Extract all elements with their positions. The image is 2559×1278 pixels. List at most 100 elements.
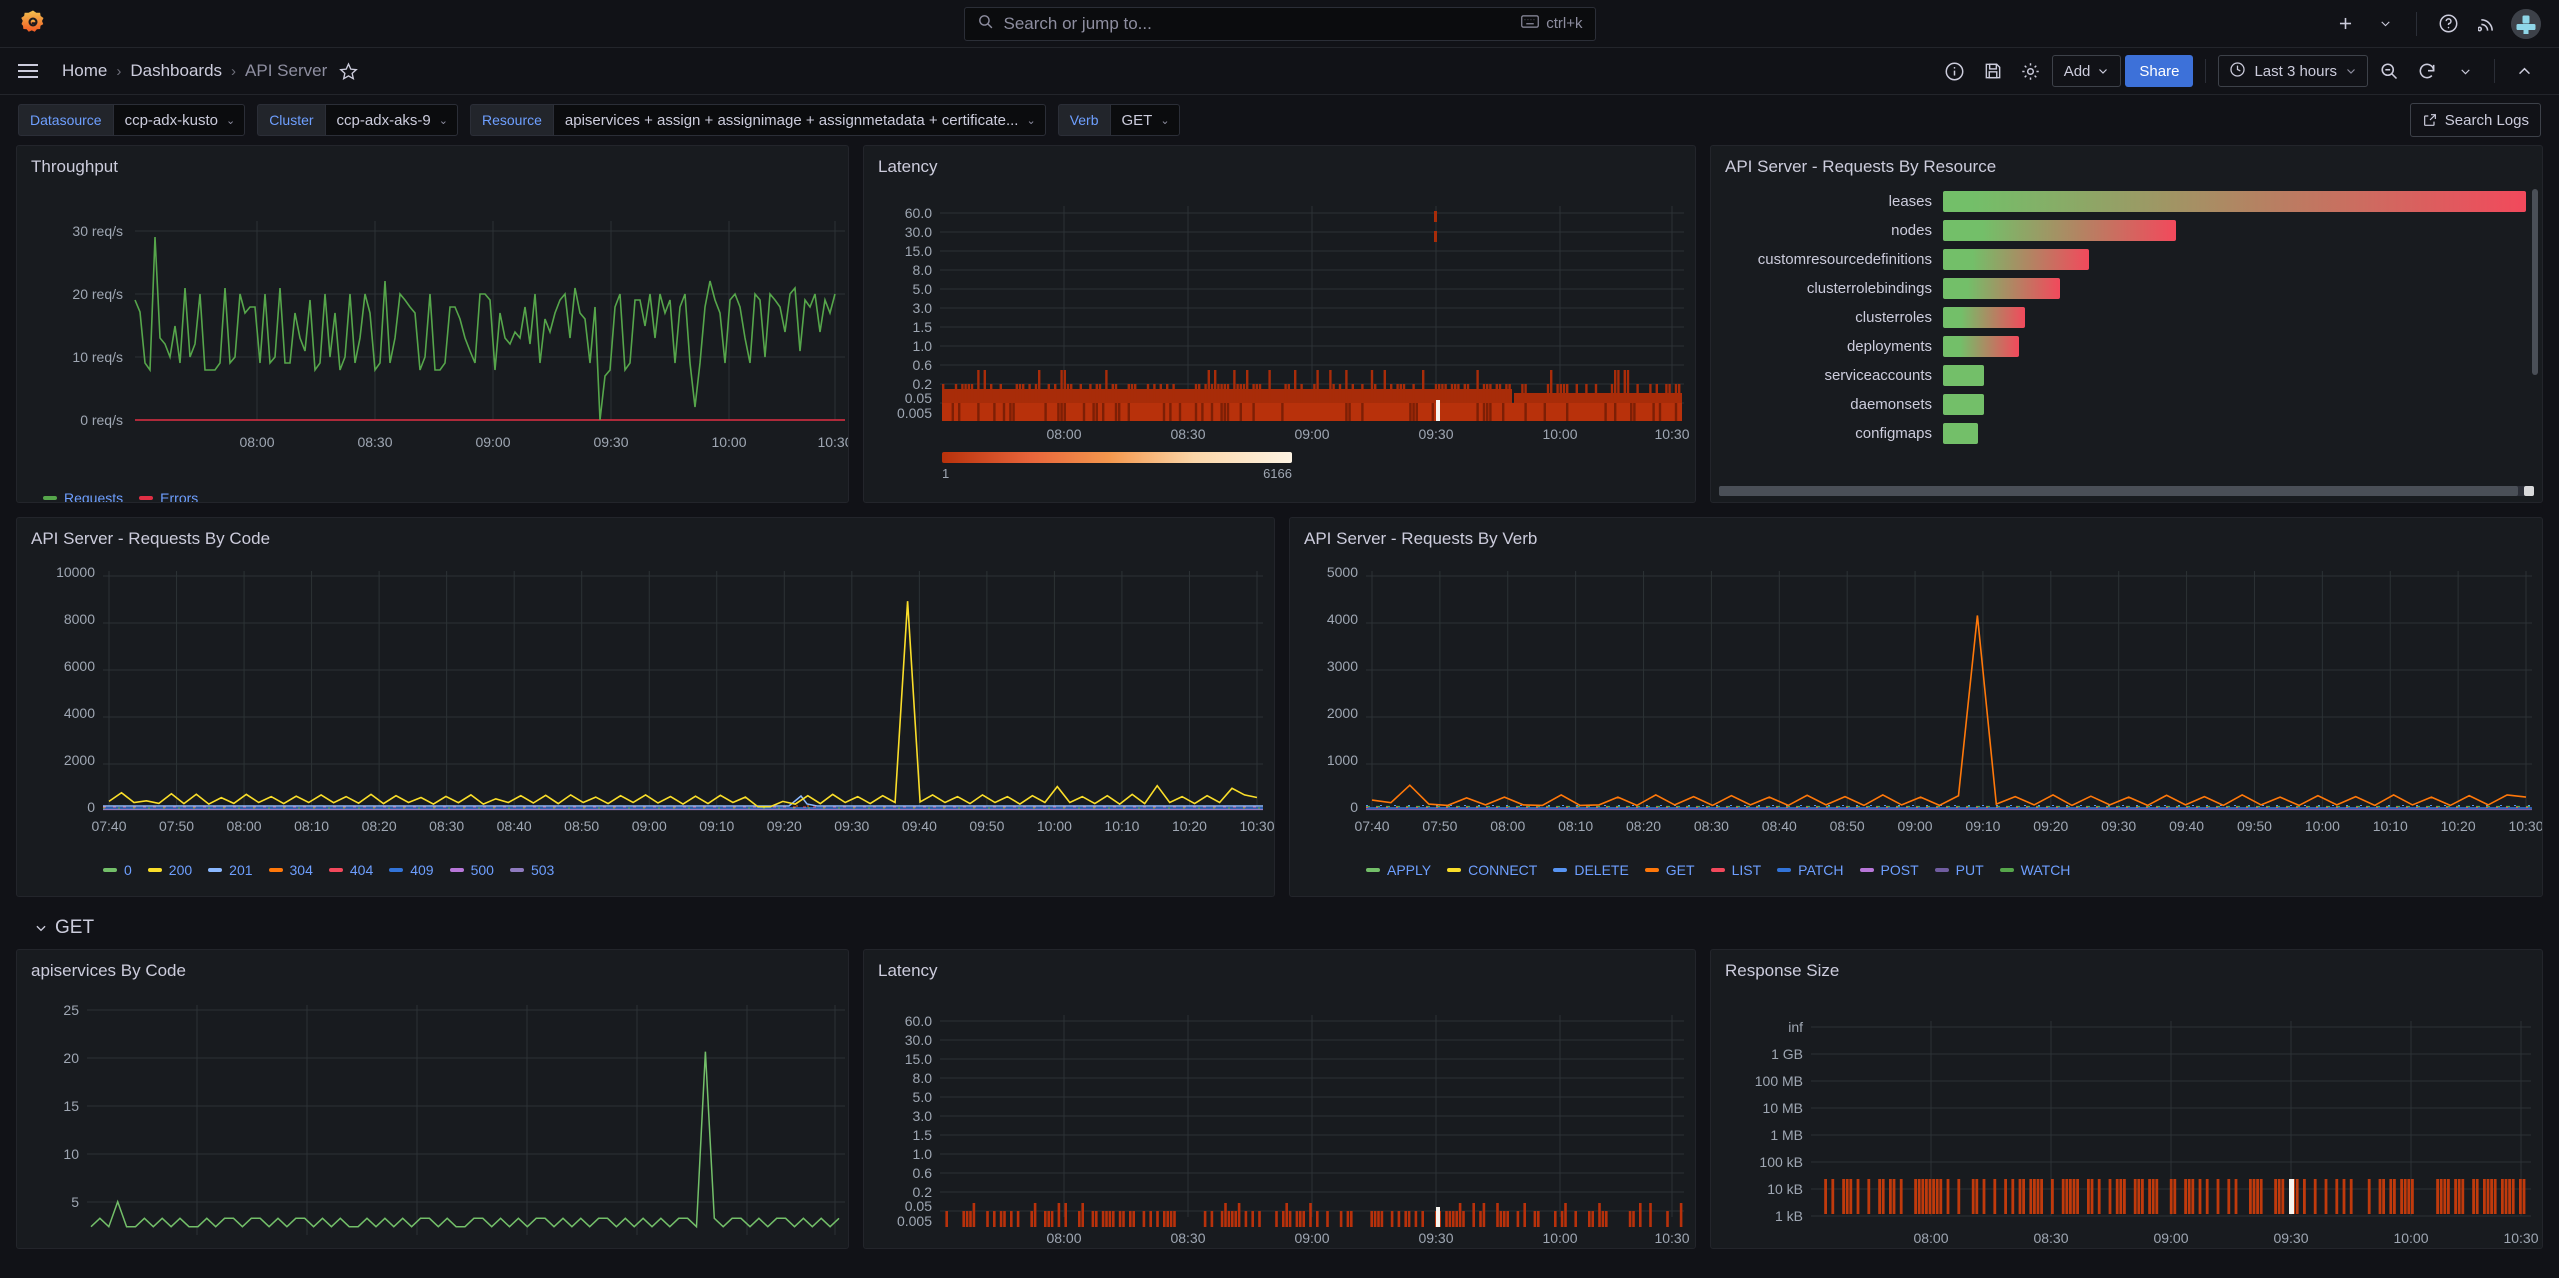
- legend-item-requests[interactable]: Requests: [43, 490, 124, 503]
- svg-text:09:30: 09:30: [2273, 1230, 2308, 1246]
- horizontal-scrollbar[interactable]: [1719, 486, 2534, 496]
- legend-item-304[interactable]: 304: [268, 862, 313, 878]
- legend-label: 0: [124, 862, 132, 878]
- add-icon[interactable]: [2328, 7, 2362, 41]
- dashboard-row-header-get[interactable]: GET: [16, 911, 2543, 949]
- latency-top-heatmap: 60.0 30.0 15.0 8.0 5.0 3.0 1.5 1.0 0.6 0…: [897, 205, 1690, 442]
- legend-item-404[interactable]: 404: [328, 862, 373, 878]
- variable-label-resource: Resource: [469, 104, 553, 136]
- share-button[interactable]: Share: [2125, 55, 2194, 87]
- refresh-interval-chevron-icon[interactable]: [2448, 54, 2482, 88]
- panel-body-requests-by-resource: leases nodes customresourcedefinitions clus…: [1711, 181, 2542, 502]
- news-icon[interactable]: [2471, 7, 2505, 41]
- legend-swatch: [1859, 868, 1874, 872]
- svg-text:10:00: 10:00: [1037, 818, 1072, 834]
- svg-text:10:30: 10:30: [2503, 1230, 2538, 1246]
- svg-text:09:20: 09:20: [2033, 818, 2068, 834]
- breadcrumb-separator: ›: [116, 62, 122, 80]
- legend-item-errors[interactable]: Errors: [139, 490, 198, 502]
- legend-item-0[interactable]: 0: [103, 862, 132, 878]
- legend-item-GET[interactable]: GET: [1644, 862, 1695, 878]
- zoom-out-time-range-icon[interactable]: [2372, 54, 2406, 88]
- dashboard-row-1: Throughput 30 req/s 20 req/s 10 req/s 0 …: [16, 145, 2543, 503]
- legend-swatch: [268, 868, 283, 872]
- legend-item-CONNECT[interactable]: CONNECT: [1447, 862, 1537, 878]
- bar-gauge-label: deployments: [1846, 338, 1932, 355]
- svg-text:100 kB: 100 kB: [1759, 1154, 1803, 1170]
- variable-value-cluster[interactable]: ccp-adx-aks-9 ⌄: [324, 104, 458, 136]
- panel-requests-by-code[interactable]: API Server - Requests By Code 10000 8000…: [16, 517, 1275, 897]
- panel-throughput[interactable]: Throughput 30 req/s 20 req/s 10 req/s 0 …: [16, 145, 849, 503]
- vertical-scrollbar[interactable]: [2532, 189, 2538, 375]
- chevron-down-icon: ⌄: [438, 114, 448, 127]
- panel-requests-by-verb[interactable]: API Server - Requests By Verb 5000 4000 …: [1288, 517, 2543, 897]
- svg-text:10: 10: [63, 1146, 79, 1162]
- svg-text:5.0: 5.0: [913, 1089, 933, 1105]
- panel-apiservices-by-code[interactable]: apiservices By Code 25 20 15 10 5: [16, 949, 849, 1249]
- panel-response-size[interactable]: Response Size inf 1 GB 100 MB 10 MB 1 MB…: [1710, 949, 2543, 1249]
- legend-item-200[interactable]: 200: [147, 862, 192, 878]
- refresh-dashboard-icon[interactable]: [2410, 54, 2444, 88]
- variable-value-resource[interactable]: apiservices + assign + assignimage + ass…: [552, 104, 1046, 136]
- legend-label: 503: [530, 862, 555, 878]
- svg-text:6000: 6000: [64, 658, 95, 674]
- chevron-down-icon[interactable]: [2368, 7, 2402, 41]
- dashboard-grid: Throughput 30 req/s 20 req/s 10 req/s 0 …: [0, 145, 2559, 1249]
- legend-swatch: [1710, 868, 1725, 872]
- clock-icon: [2229, 61, 2246, 82]
- panel-latency-top[interactable]: Latency 60.0 30.0 15.0 8.0 5.0 3.0 1.5 1…: [863, 145, 1696, 503]
- grafana-logo-icon[interactable]: [18, 9, 48, 39]
- legend-item-PATCH[interactable]: PATCH: [1777, 862, 1844, 878]
- help-icon[interactable]: [2431, 7, 2465, 41]
- legend-item-500[interactable]: 500: [449, 862, 494, 878]
- svg-text:09:30: 09:30: [593, 434, 628, 450]
- svg-text:1 MB: 1 MB: [1770, 1127, 1803, 1143]
- legend-label: GET: [1665, 862, 1695, 878]
- svg-text:10:30: 10:30: [817, 434, 849, 450]
- global-search-bar[interactable]: Search or jump to... ctrl+k: [963, 6, 1596, 41]
- star-icon[interactable]: [339, 61, 359, 81]
- panel-requests-by-resource[interactable]: API Server - Requests By Resource leases…: [1710, 145, 2543, 503]
- menu-toggle-icon[interactable]: [18, 57, 46, 85]
- dashboard-info-icon[interactable]: [1938, 54, 1972, 88]
- legend-item-503[interactable]: 503: [509, 862, 555, 878]
- svg-text:8000: 8000: [64, 611, 95, 627]
- dashboard-settings-gear-icon[interactable]: [2014, 54, 2048, 88]
- dashboard-row-2: API Server - Requests By Code 10000 8000…: [16, 517, 2543, 897]
- add-panel-button[interactable]: Add: [2051, 55, 2122, 87]
- legend-item-201[interactable]: 201: [208, 862, 253, 878]
- save-dashboard-icon[interactable]: [1976, 54, 2010, 88]
- latency-bottom-heatmap: 60.0 30.0 15.0 8.0 5.0 3.0 1.5 1.0 0.6 0…: [897, 1013, 1690, 1246]
- breadcrumb-item-home[interactable]: Home: [62, 61, 107, 81]
- panel-body-requests-by-code: 10000 8000 6000 4000 2000 0 07:40 07:50 08…: [17, 553, 1274, 896]
- time-range-picker[interactable]: Last 3 hours: [2218, 55, 2368, 87]
- legend-label: Requests: [64, 490, 124, 503]
- top-bar-divider: [2416, 11, 2417, 36]
- bar-gauge-track: [1943, 191, 2526, 212]
- panel-latency-bottom[interactable]: Latency 60.0 30.0 15.0 8.0 5.0 3.0 1.5 1…: [863, 949, 1696, 1249]
- user-avatar[interactable]: [2511, 8, 2541, 39]
- legend-swatch: [328, 868, 343, 872]
- bar-gauge-label: nodes: [1891, 222, 1932, 239]
- variable-datasource: Datasource ccp-adx-kusto ⌄: [18, 104, 246, 136]
- legend-item-PUT[interactable]: PUT: [1934, 862, 1984, 878]
- search-logs-button[interactable]: Search Logs: [2409, 103, 2541, 137]
- legend-item-APPLY[interactable]: APPLY: [1365, 862, 1431, 878]
- collapse-toolbar-icon[interactable]: [2507, 54, 2541, 88]
- breadcrumb-item-dashboards[interactable]: Dashboards: [130, 61, 222, 81]
- legend-item-409[interactable]: 409: [389, 862, 434, 878]
- legend-item-DELETE[interactable]: DELETE: [1553, 862, 1629, 878]
- bar-gauge-row: nodes: [1725, 220, 2526, 241]
- svg-text:09:30: 09:30: [1418, 1230, 1453, 1246]
- chevron-down-icon: [36, 925, 46, 932]
- dashboard-toolbar: Home › Dashboards › API Server Add Share…: [0, 48, 2559, 95]
- bar-gauge-label: serviceaccounts: [1824, 367, 1932, 384]
- variable-value-datasource[interactable]: ccp-adx-kusto ⌄: [112, 104, 246, 136]
- svg-text:10:30: 10:30: [2508, 818, 2543, 834]
- legend-item-WATCH[interactable]: WATCH: [1999, 862, 2070, 878]
- scrollbar-thumb[interactable]: [1719, 486, 2518, 496]
- variable-value-verb[interactable]: GET ⌄: [1109, 104, 1180, 136]
- legend-item-POST[interactable]: POST: [1859, 862, 1919, 878]
- scrollbar-end[interactable]: [2524, 486, 2534, 496]
- legend-item-LIST[interactable]: LIST: [1710, 862, 1761, 878]
